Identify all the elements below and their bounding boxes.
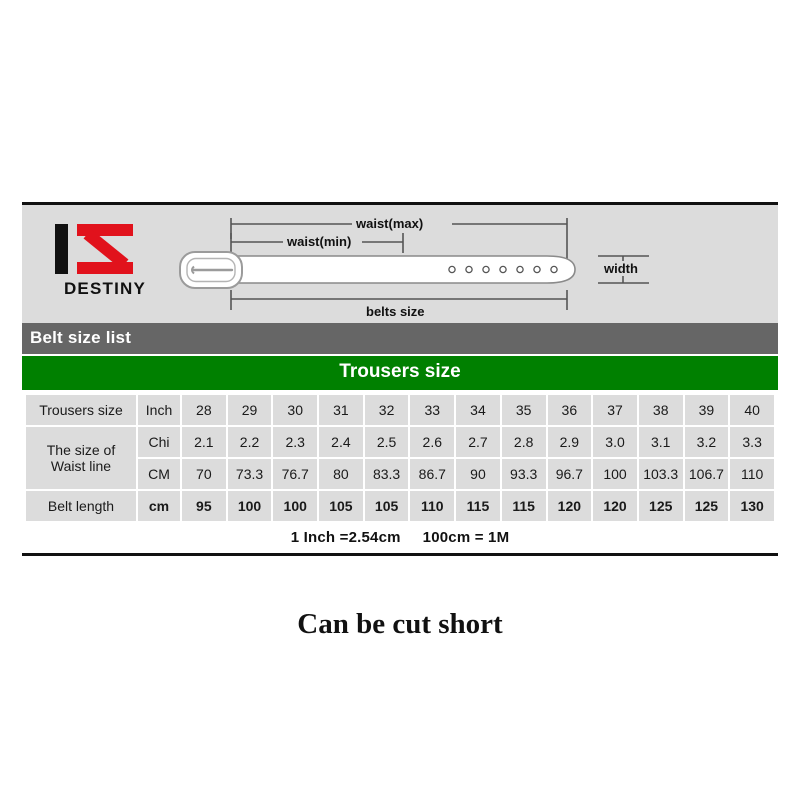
cell-cm-1: 73.3 <box>227 459 272 489</box>
can-be-cut-short-note: Can be cut short <box>297 608 503 640</box>
cell-trousers-1: 29 <box>227 395 272 425</box>
cell-cm-6: 90 <box>456 459 500 489</box>
cell-trousers-8: 36 <box>547 395 592 425</box>
table-row: Trousers size Inch 28 29 30 31 32 33 34 … <box>26 395 774 425</box>
cell-cm-9: 100 <box>593 459 637 489</box>
cell-chi-1: 2.2 <box>227 427 272 457</box>
cell-chi-9: 3.0 <box>593 427 637 457</box>
trousers-size-header: Trousers size <box>22 354 778 390</box>
cell-trousers-12: 40 <box>730 395 774 425</box>
cell-cm-7: 93.3 <box>501 459 546 489</box>
cell-belt-5: 110 <box>410 491 455 521</box>
cell-chi-3: 2.4 <box>319 427 363 457</box>
cell-chi-12: 3.3 <box>730 427 774 457</box>
row-header-waist-line-l1: The size of <box>46 442 116 458</box>
belt-illustration: waist(max) waist(min) belts size width <box>22 205 778 323</box>
size-table-body: Trousers size Inch 28 29 30 31 32 33 34 … <box>26 395 774 521</box>
cell-chi-0: 2.1 <box>182 427 226 457</box>
cell-belt-11: 125 <box>684 491 729 521</box>
label-belts-size: belts size <box>362 304 429 319</box>
cell-cm-10: 103.3 <box>638 459 683 489</box>
cell-chi-10: 3.1 <box>638 427 683 457</box>
row-header-belt-length: Belt length <box>26 491 136 521</box>
cell-belt-1: 100 <box>227 491 272 521</box>
cell-belt-7: 115 <box>501 491 546 521</box>
row-unit-cm: CM <box>138 459 180 489</box>
cell-cm-11: 106.7 <box>684 459 729 489</box>
cell-cm-8: 96.7 <box>547 459 592 489</box>
cell-cm-2: 76.7 <box>273 459 318 489</box>
size-chart-panel: DESTINY waist(max) waist(min) belts size… <box>22 202 778 556</box>
unit-conversion-note: 1 Inch =2.54cm 100cm = 1M <box>24 523 776 553</box>
row-unit-chi: Chi <box>138 427 180 457</box>
table-row: The size of Waist line Chi 2.1 2.2 2.3 2… <box>26 427 774 489</box>
cell-belt-4: 105 <box>364 491 409 521</box>
cell-trousers-4: 32 <box>364 395 409 425</box>
cell-belt-9: 120 <box>593 491 637 521</box>
belt-diagram: DESTINY waist(max) waist(min) belts size… <box>22 205 778 323</box>
belt-size-chart-page: DESTINY waist(max) waist(min) belts size… <box>0 0 800 800</box>
table-row: Belt length cm 95 100 100 105 105 110 11… <box>26 491 774 521</box>
row-unit-belt-cm: cm <box>138 491 180 521</box>
cell-belt-8: 120 <box>547 491 592 521</box>
cell-trousers-3: 31 <box>319 395 363 425</box>
size-table-zone: Trousers size Inch 28 29 30 31 32 33 34 … <box>22 390 778 553</box>
cell-belt-3: 105 <box>319 491 363 521</box>
cell-belt-12: 130 <box>730 491 774 521</box>
cell-chi-5: 2.6 <box>410 427 455 457</box>
cell-chi-8: 2.9 <box>547 427 592 457</box>
cell-belt-6: 115 <box>456 491 500 521</box>
cell-chi-7: 2.8 <box>501 427 546 457</box>
row-header-waist-line-l2: Waist line <box>50 458 112 474</box>
row-unit-inch: Inch <box>138 395 180 425</box>
cell-trousers-0: 28 <box>182 395 226 425</box>
cell-trousers-5: 33 <box>410 395 455 425</box>
conversion-inch: 1 Inch =2.54cm <box>290 529 401 546</box>
cell-trousers-9: 37 <box>593 395 637 425</box>
cell-trousers-6: 34 <box>456 395 500 425</box>
row-header-waist-line: The size of Waist line <box>26 427 136 489</box>
row-header-trousers-size: Trousers size <box>26 395 136 425</box>
cell-cm-5: 86.7 <box>410 459 455 489</box>
cell-trousers-2: 30 <box>273 395 318 425</box>
cell-belt-0: 95 <box>182 491 226 521</box>
label-waist-max: waist(max) <box>352 216 428 231</box>
conversion-metre: 100cm = 1M <box>422 529 510 546</box>
table-row: CM 70 73.3 76.7 80 83.3 86.7 90 93.3 96.… <box>26 459 774 489</box>
cell-trousers-11: 39 <box>684 395 729 425</box>
cell-cm-12: 110 <box>730 459 774 489</box>
size-table: Trousers size Inch 28 29 30 31 32 33 34 … <box>24 393 776 523</box>
cell-cm-3: 80 <box>319 459 363 489</box>
cell-cm-0: 70 <box>182 459 226 489</box>
cell-chi-11: 3.2 <box>684 427 729 457</box>
label-waist-min: waist(min) <box>283 234 356 249</box>
cell-trousers-10: 38 <box>638 395 683 425</box>
cell-chi-6: 2.7 <box>456 427 500 457</box>
belt-size-list-header: Belt size list <box>22 323 778 354</box>
cell-belt-10: 125 <box>638 491 683 521</box>
cell-trousers-7: 35 <box>501 395 546 425</box>
cell-chi-4: 2.5 <box>364 427 409 457</box>
cell-cm-4: 83.3 <box>364 459 409 489</box>
label-width: width <box>600 261 642 276</box>
cell-chi-2: 2.3 <box>273 427 318 457</box>
cell-belt-2: 100 <box>273 491 318 521</box>
